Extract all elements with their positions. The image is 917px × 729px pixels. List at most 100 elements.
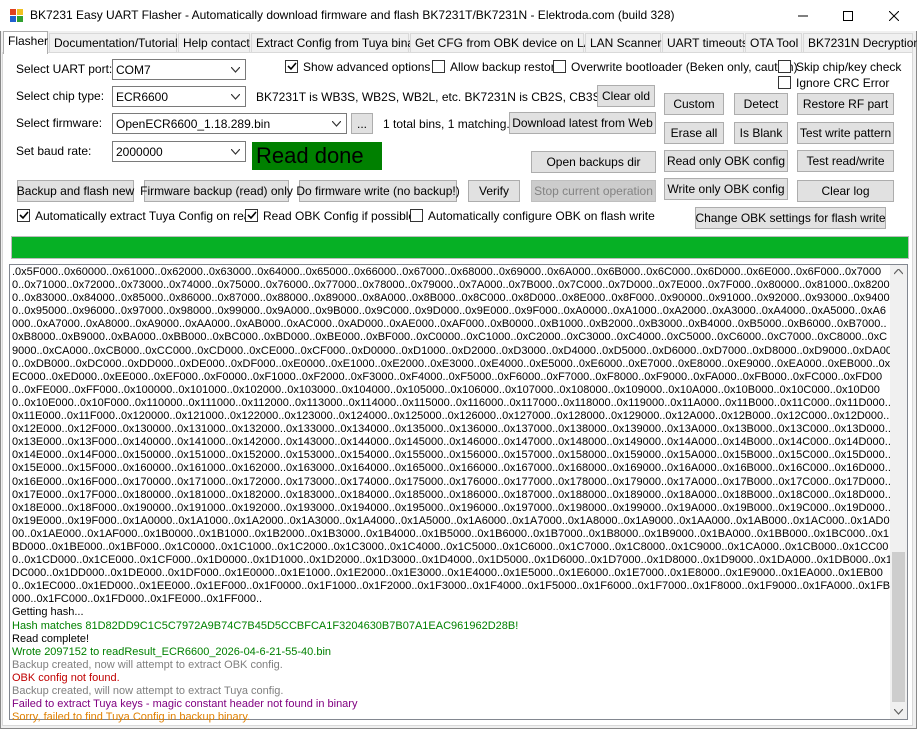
tab-label: Flasher [8, 34, 49, 48]
chip-type-value: ECR6600 [116, 90, 169, 104]
tab-lan-scanner[interactable]: LAN Scanner [585, 33, 661, 53]
log-line: OBK config not found. [12, 671, 120, 684]
checkmark-icon [246, 211, 257, 220]
verify-button[interactable]: Verify [468, 180, 520, 202]
skip-chip-key-label: Skip chip/key check [796, 60, 902, 74]
tab-uart-timeouts[interactable]: UART timeouts [662, 33, 748, 53]
allow-backup-restore-label: Allow backup restore [450, 60, 562, 74]
baud-rate-select[interactable]: 2000000 [112, 141, 246, 162]
log-content: .0x5F000..0x60000..0x61000..0x62000..0x6… [12, 266, 892, 724]
backup-and-flash-new-button[interactable]: Backup and flash new [17, 180, 134, 202]
log-hex-dump: .0x5F000..0x60000..0x61000..0x62000..0x6… [12, 266, 892, 606]
clear-log-button[interactable]: Clear log [797, 180, 894, 202]
close-icon [889, 10, 899, 21]
erase-all-button[interactable]: Erase all [664, 122, 724, 144]
ignore-crc-label: Ignore CRC Error [796, 76, 890, 90]
progress-fill [12, 237, 908, 258]
tab-label: Extract Config from Tuya binary [256, 36, 425, 50]
firmware-backup-read-only-button[interactable]: Firmware backup (read) only [140, 180, 293, 202]
minimize-button[interactable] [780, 0, 826, 31]
test-read-write-button[interactable]: Test read/write [797, 150, 894, 172]
ignore-crc-checkbox[interactable] [778, 76, 791, 89]
write-only-obk-config-button[interactable]: Write only OBK config [664, 178, 788, 200]
firmware-select[interactable]: OpenECR6600_1.18.289.bin [112, 113, 347, 134]
overwrite-bootloader-checkbox[interactable] [553, 60, 566, 73]
auto-extract-tuya-checkbox[interactable] [17, 209, 30, 222]
tab-flasher[interactable]: Flasher [3, 31, 48, 54]
show-advanced-checkbox[interactable] [285, 60, 298, 73]
chip-info-text: BK7231T is WB3S, WB2S, WB2L, etc. BK7231… [256, 90, 624, 104]
tab-documentation[interactable]: Documentation/Tutorials [49, 33, 184, 53]
restore-rf-part-button[interactable]: Restore RF part [797, 93, 894, 115]
show-advanced-label: Show advanced options [303, 60, 431, 74]
custom-button[interactable]: Custom [664, 93, 724, 115]
baud-rate-label: Set baud rate: [16, 144, 92, 158]
log-line: Backup created, will now attempt to extr… [12, 685, 284, 697]
log-lines: Getting hash... Hash matches 81D82DD9C1C5… [12, 606, 892, 724]
read-only-obk-config-button[interactable]: Read only OBK config [664, 150, 788, 172]
minimize-icon [798, 15, 808, 16]
tab-label: LAN Scanner [590, 36, 662, 50]
close-button[interactable] [871, 0, 917, 31]
uart-port-value: COM7 [116, 63, 151, 77]
change-obk-settings-button[interactable]: Change OBK settings for flash write [695, 207, 886, 229]
checkmark-icon [18, 211, 29, 220]
chevron-down-icon [227, 61, 244, 78]
read-obk-config-label: Read OBK Config if possible [263, 209, 416, 223]
app-icon [9, 8, 25, 24]
chip-type-select[interactable]: ECR6600 [112, 86, 246, 107]
uart-port-select[interactable]: COM7 [112, 59, 246, 80]
tab-label: BK7231N Decryption [808, 36, 917, 50]
tab-label: Get CFG from OBK device on LAN [415, 36, 601, 50]
title-bar[interactable]: BK7231 Easy UART Flasher - Automatically… [0, 0, 917, 31]
browse-firmware-button[interactable]: ... [351, 113, 373, 134]
download-latest-button[interactable]: Download latest from Web [509, 112, 656, 134]
log-textbox[interactable]: .0x5F000..0x60000..0x61000..0x62000..0x6… [9, 264, 908, 723]
maximize-icon [843, 10, 853, 21]
tab-label: OTA Tool [750, 36, 799, 50]
scroll-thumb[interactable] [892, 552, 905, 702]
allow-backup-restore-checkbox[interactable] [432, 60, 445, 73]
stop-current-operation-button[interactable]: Stop current operation [531, 180, 656, 202]
auto-configure-obk-checkbox[interactable] [410, 209, 423, 222]
log-scrollbar[interactable] [890, 265, 907, 719]
log-line: Backup created, now will attempt to extr… [12, 658, 283, 671]
open-backups-dir-button[interactable]: Open backups dir [531, 151, 656, 173]
window-title: BK7231 Easy UART Flasher - Automatically… [30, 8, 675, 22]
tab-help-contact[interactable]: Help contact [178, 33, 250, 53]
firmware-value: OpenECR6600_1.18.289.bin [116, 117, 271, 131]
log-line: Failed to extract Tuya keys - magic cons… [12, 698, 358, 711]
status-label: Read done [252, 142, 382, 170]
test-write-pattern-button[interactable]: Test write pattern [797, 122, 894, 144]
log-line: Read complete! [12, 632, 90, 645]
maximize-button[interactable] [825, 0, 871, 31]
tab-extract-config[interactable]: Extract Config from Tuya binary [251, 33, 424, 53]
tab-bk7231n-decryption[interactable]: BK7231N Decryption [803, 33, 917, 53]
log-line: Hash matches 81D82DD9C1C5C7972A9B74C7B45… [12, 619, 519, 632]
bins-info-text: 1 total bins, 1 matching. [383, 117, 510, 131]
tab-label: Help contact [183, 36, 250, 50]
chip-type-label: Select chip type: [16, 89, 105, 103]
uart-port-label: Select UART port: [16, 62, 113, 76]
firmware-write-button[interactable]: Do firmware write (no backup!) [296, 180, 460, 202]
chevron-down-icon [227, 143, 244, 160]
detect-button[interactable]: Detect [734, 93, 788, 115]
tab-get-cfg-obk[interactable]: Get CFG from OBK device on LAN [410, 33, 600, 53]
skip-chip-key-checkbox[interactable] [778, 60, 791, 73]
checkmark-icon [286, 62, 297, 71]
log-line: Getting hash... [12, 606, 84, 619]
read-obk-config-checkbox[interactable] [245, 209, 258, 222]
log-line: Sorry, failed to find Tuya Config in bac… [12, 711, 251, 724]
is-blank-button[interactable]: Is Blank [734, 122, 788, 144]
scroll-up-icon[interactable] [894, 269, 903, 275]
tab-label: UART timeouts [667, 36, 748, 50]
tab-ota-tool[interactable]: OTA Tool [745, 33, 802, 53]
scroll-down-icon[interactable] [894, 709, 903, 715]
baud-rate-value: 2000000 [116, 145, 163, 159]
overwrite-bootloader-label: Overwrite bootloader (Beken only, cautio… [571, 60, 798, 74]
auto-extract-tuya-label: Automatically extract Tuya Config on rea… [35, 209, 258, 223]
clear-old-button[interactable]: Clear old [597, 85, 655, 107]
auto-configure-obk-label: Automatically configure OBK on flash wri… [428, 209, 655, 223]
chevron-down-icon [328, 115, 345, 132]
firmware-label: Select firmware: [16, 116, 103, 130]
